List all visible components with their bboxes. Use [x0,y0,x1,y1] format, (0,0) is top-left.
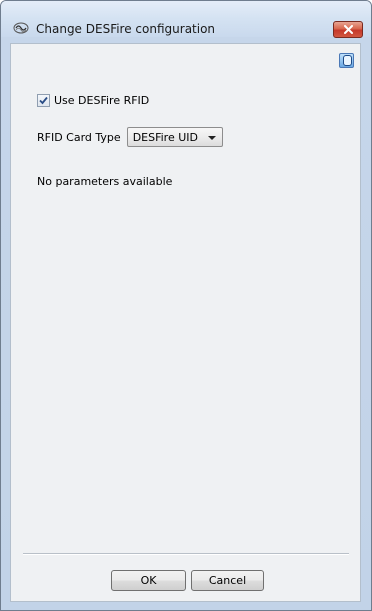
ok-button-label: OK [140,574,157,587]
close-icon [344,25,353,34]
card-type-select[interactable]: DESFire UID [126,127,223,147]
ok-button[interactable]: OK [111,570,186,591]
dialog-window: Change DESFire configuration Use DESFire… [0,0,372,611]
close-button[interactable] [333,21,363,38]
wave-logo-icon [13,22,29,34]
no-parameters-text: No parameters available [37,175,173,188]
use-rfid-label[interactable]: Use DESFire RFID [54,94,149,107]
dropdown-arrow-icon [207,136,216,140]
dialog-content: Use DESFire RFID RFID Card Type DESFire … [10,43,361,602]
checkmark-icon [39,96,48,104]
title-bar[interactable]: Change DESFire configuration [1,1,371,38]
help-icon[interactable] [339,53,354,68]
card-type-row: RFID Card Type DESFire UID [37,127,223,147]
cancel-button[interactable]: Cancel [191,570,264,591]
window-title: Change DESFire configuration [36,22,216,36]
card-type-value: DESFire UID [132,130,198,144]
use-rfid-checkbox[interactable] [37,93,50,107]
card-type-label: RFID Card Type [37,130,121,144]
use-rfid-row[interactable]: Use DESFire RFID [37,93,149,107]
cancel-button-label: Cancel [208,574,247,587]
button-separator [23,553,349,555]
